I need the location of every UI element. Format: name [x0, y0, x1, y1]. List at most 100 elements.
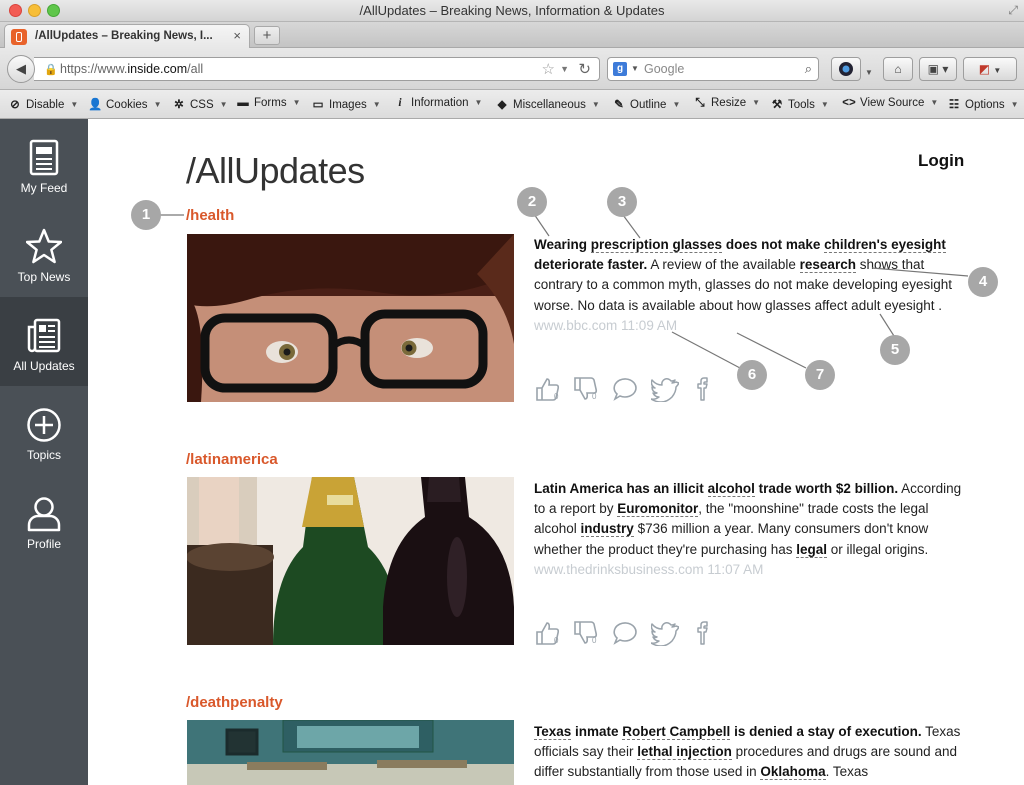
google-engine-icon[interactable]: g	[613, 62, 627, 76]
keyword-link[interactable]: Oklahoma	[760, 764, 826, 781]
search-input[interactable]: Google	[644, 62, 684, 76]
story-body-deathpenalty: Texas inmate Robert Campbell is denied a…	[534, 724, 961, 781]
sidebar-item-my-feed[interactable]: My Feed	[0, 119, 88, 208]
like-count: 0	[554, 392, 559, 401]
sidebar-item-top-news[interactable]: Top News	[0, 208, 88, 297]
new-tab-button[interactable]: +	[254, 26, 280, 45]
addon-eye-icon	[839, 62, 853, 76]
fullscreen-icon[interactable]: ⤢	[1008, 3, 1018, 18]
facebook-icon[interactable]	[692, 376, 712, 402]
login-link[interactable]: Login	[918, 151, 964, 171]
back-arrow-icon: ◀	[16, 61, 26, 76]
comment-icon[interactable]	[612, 620, 640, 646]
twitter-icon[interactable]	[651, 620, 679, 646]
cookies-icon: 👤	[88, 99, 103, 111]
story-image-glasses[interactable]	[187, 234, 514, 402]
story-timestamp: 11:09 AM	[621, 317, 678, 333]
devbar-css[interactable]: ✲ CSS ▼	[172, 97, 227, 111]
information-icon: i	[398, 97, 402, 109]
annotation-callout: 7	[805, 360, 835, 390]
like-count: 0	[554, 636, 559, 645]
search-icon[interactable]: ⌕	[805, 61, 812, 77]
keyword-link[interactable]: lethal injection	[637, 744, 732, 761]
search-bar[interactable]: g ▼ Google ⌕	[607, 57, 819, 81]
keyword-link[interactable]: research	[799, 257, 856, 274]
annotation-callout: 1	[131, 200, 161, 230]
devbar-view-source[interactable]: <> View Source ▼	[842, 97, 938, 109]
topic-tag-deathpenalty[interactable]: /deathpenalty	[186, 694, 283, 711]
url-text[interactable]: https://www.inside.com/all	[60, 62, 203, 76]
miscellaneous-icon: ◆	[497, 99, 507, 111]
tab-close-icon[interactable]: ×	[233, 28, 241, 43]
tab-label: /AllUpdates – Breaking News, I...	[35, 30, 213, 42]
keyword-link[interactable]: Robert Campbell	[622, 724, 731, 740]
twitter-icon[interactable]	[651, 376, 679, 402]
images-icon: ▭	[312, 99, 324, 111]
keyword-link[interactable]: children's eyesight	[824, 237, 946, 253]
story-actions: 0 0	[534, 620, 734, 646]
feed-icon	[29, 139, 59, 176]
devbar-forms[interactable]: ▬ Forms ▼	[236, 97, 300, 109]
dislike-count: 0	[592, 636, 597, 645]
tab-bar: /AllUpdates – Breaking News, I... × +	[0, 22, 1024, 48]
css-icon: ✲	[174, 99, 184, 111]
back-button[interactable]: ◀	[7, 55, 35, 83]
star-icon	[26, 228, 62, 264]
dislike-count: 0	[592, 392, 597, 401]
view-source-icon: <>	[842, 97, 856, 109]
engine-dropdown-icon[interactable]: ▼	[631, 64, 639, 73]
keyword-link[interactable]: alcohol	[707, 481, 755, 497]
topic-tag-health[interactable]: /health	[186, 207, 234, 224]
url-bar[interactable]: 🔒 https://www.inside.com/all ☆ ▼ ↻	[34, 57, 600, 81]
web-developer-toolbar: ⊘ Disable ▼ 👤 Cookies ▼ ✲ CSS ▼ ▬ Forms ▼ ▭ Image…	[0, 90, 1024, 119]
story-timestamp: 11:07 AM	[707, 561, 764, 577]
keyword-link[interactable]: industry	[580, 521, 634, 538]
newspaper-icon	[27, 318, 61, 353]
bookmarks-button[interactable]: ▣ ▾	[919, 57, 957, 81]
story-source-link[interactable]: www.bbc.com	[534, 318, 617, 333]
sidebar-item-all-updates[interactable]: All Updates	[0, 297, 88, 386]
app-sidebar: My Feed Top News All Updates Topics Prof…	[0, 119, 88, 785]
tab-allupdates[interactable]: /AllUpdates – Breaking News, I... ×	[4, 24, 250, 48]
sidebar-item-label: Topics	[26, 448, 61, 462]
sidebar-item-label: Profile	[26, 537, 61, 551]
devbar-disable[interactable]: ⊘ Disable ▼	[8, 97, 78, 111]
bookmarks-icon: ▣ ▾	[927, 62, 949, 76]
execution-room-photo	[187, 720, 514, 785]
story-body-latinamerica: Latin America has an illicit alcohol tra…	[534, 481, 962, 577]
devbar-cookies[interactable]: 👤 Cookies ▼	[88, 97, 161, 111]
keyword-link[interactable]: legal	[796, 541, 828, 558]
devbar-images[interactable]: ▭ Images ▼	[311, 97, 381, 111]
forms-icon: ▬	[237, 97, 249, 109]
devbar-information[interactable]: i Information ▼	[393, 97, 482, 109]
window-titlebar: /AllUpdates – Breaking News, Information…	[0, 0, 1024, 22]
facebook-icon[interactable]	[692, 620, 712, 646]
devbar-options[interactable]: ☷ Options ▼	[947, 97, 1019, 111]
sidebar-item-profile[interactable]: Profile	[0, 475, 88, 564]
topic-tag-latinamerica[interactable]: /latinamerica	[186, 451, 278, 468]
devbar-resize[interactable]: ⤡ Resize ▼	[693, 97, 760, 110]
resize-icon: ⤡	[695, 97, 705, 109]
devbar-miscellaneous[interactable]: ◆ Miscellaneous ▼	[495, 97, 600, 111]
addon-button[interactable]	[831, 57, 861, 81]
addon-dropdown-icon[interactable]: ▼	[865, 68, 873, 77]
reload-icon[interactable]: ↻	[578, 60, 591, 78]
comment-icon[interactable]	[612, 376, 640, 402]
story-body-health: Wearing prescription glasses does not ma…	[534, 237, 952, 333]
story-image-execution-room[interactable]	[187, 720, 514, 785]
keyword-link[interactable]: Euromonitor	[617, 501, 699, 518]
keyword-link[interactable]: prescription glasses	[590, 237, 723, 253]
annotation-callout: 6	[737, 360, 767, 390]
keyword-link[interactable]: Texas	[534, 724, 572, 740]
story-source-link[interactable]: www.thedrinksbusiness.com	[534, 562, 704, 577]
story-image-bottles[interactable]	[187, 477, 514, 645]
sidebar-item-topics[interactable]: Topics	[0, 386, 88, 475]
page-title: /AllUpdates	[186, 150, 365, 191]
extension-button[interactable]: ◩ ▼	[963, 57, 1017, 81]
annotation-callout: 2	[517, 187, 547, 217]
history-dropdown-icon[interactable]: ▼	[560, 64, 569, 74]
devbar-outline[interactable]: ✎ Outline ▼	[612, 97, 680, 111]
bookmark-star-icon[interactable]: ☆	[542, 60, 555, 78]
home-button[interactable]: ⌂	[883, 57, 913, 81]
devbar-tools[interactable]: ⚒ Tools ▼	[770, 97, 829, 111]
